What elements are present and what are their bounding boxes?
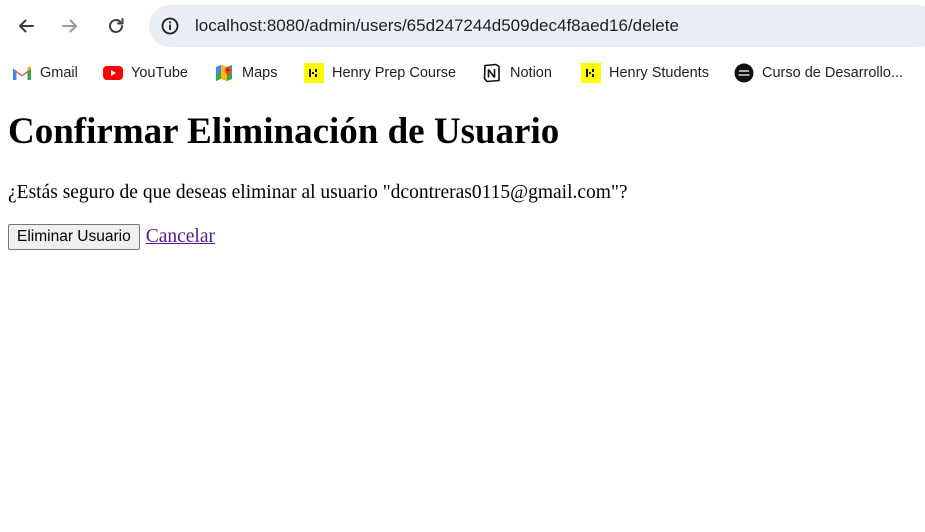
henry-icon: [581, 63, 601, 83]
notion-icon: [482, 63, 502, 83]
bookmark-label: Curso de Desarrollo...: [762, 65, 904, 81]
youtube-icon: [103, 63, 123, 83]
browser-toolbar: localhost:8080/admin/users/65d247244d509…: [0, 0, 925, 52]
gmail-icon: [12, 63, 32, 83]
cancel-link[interactable]: Cancelar: [146, 225, 215, 249]
henry-icon: [304, 63, 324, 83]
delete-user-button[interactable]: Eliminar Usuario: [8, 224, 140, 250]
confirmation-actions: Eliminar Usuario Cancelar: [8, 224, 918, 250]
reload-button[interactable]: [98, 8, 134, 44]
bookmark-label: Gmail: [40, 65, 78, 81]
confirmation-question: ¿Estás seguro de que deseas eliminar al …: [8, 182, 628, 203]
forward-button[interactable]: [52, 8, 88, 44]
bookmark-label: Notion: [510, 65, 552, 81]
bookmark-notion[interactable]: Notion: [482, 56, 552, 90]
page-content: Confirmar Eliminación de Usuario ¿Estás …: [8, 100, 918, 250]
maps-icon: [214, 63, 234, 83]
bookmark-label: YouTube: [131, 65, 188, 81]
back-button[interactable]: [8, 8, 44, 44]
arrow-left-icon: [19, 19, 34, 33]
coder-icon: [734, 63, 754, 83]
bookmark-maps[interactable]: Maps: [214, 56, 277, 90]
bookmark-gmail[interactable]: Gmail: [12, 56, 78, 90]
bookmark-label: Henry Prep Course: [332, 65, 457, 81]
bookmark-youtube[interactable]: YouTube: [103, 56, 188, 90]
address-bar[interactable]: localhost:8080/admin/users/65d247244d509…: [149, 5, 925, 47]
page-title: Confirmar Eliminación de Usuario: [8, 111, 560, 152]
arrow-right-icon: [62, 19, 77, 33]
bookmarks-bar: Gmail YouTube Maps Henry Prep Course Not…: [0, 56, 925, 90]
bookmark-henry-students[interactable]: Henry Students: [581, 56, 709, 90]
bookmark-curso-desarrollo[interactable]: Curso de Desarrollo...: [734, 56, 903, 90]
info-circle-icon[interactable]: [160, 16, 180, 36]
bookmark-henry-prep-course[interactable]: Henry Prep Course: [304, 56, 456, 90]
reload-icon: [109, 18, 124, 33]
url-text[interactable]: localhost:8080/admin/users/65d247244d509…: [195, 5, 679, 47]
bookmark-label: Henry Students: [609, 65, 709, 81]
bookmark-label: Maps: [242, 65, 278, 81]
